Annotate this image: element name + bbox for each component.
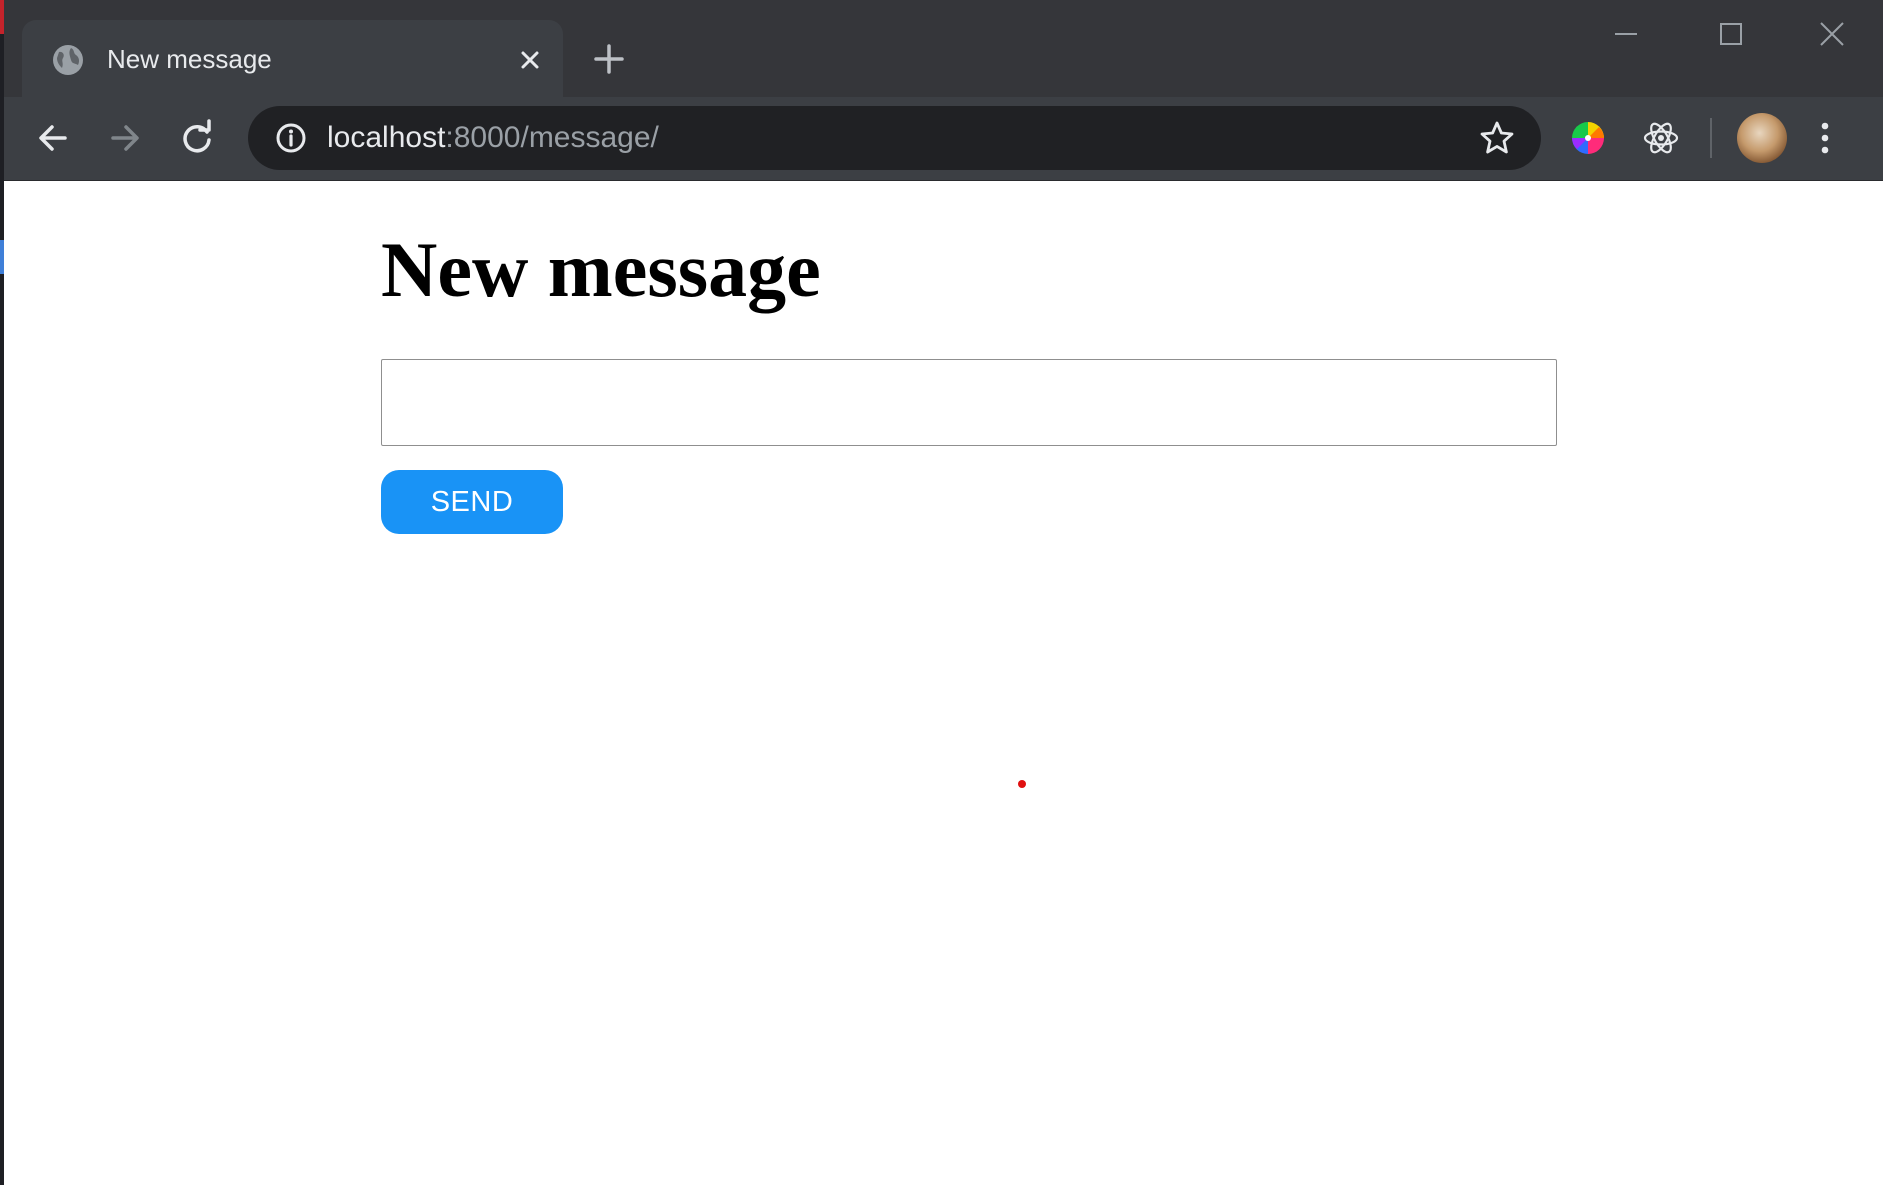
message-input[interactable] xyxy=(381,359,1557,446)
browser-toolbar: localhost:8000/message/ xyxy=(4,97,1883,181)
browser-window: New message localhost:8000/message/ New … xyxy=(4,0,1883,1185)
star-icon[interactable] xyxy=(1478,119,1516,157)
arrow-left-icon xyxy=(39,125,67,151)
page-content: New message SEND xyxy=(4,181,1883,1185)
react-atom-icon[interactable] xyxy=(1641,118,1681,158)
reload-icon xyxy=(183,119,211,153)
reload-button[interactable] xyxy=(176,117,218,159)
window-close-button[interactable] xyxy=(1802,14,1862,58)
browser-titlebar: New message xyxy=(4,0,1883,97)
new-tab-button[interactable] xyxy=(591,41,627,77)
plus-icon xyxy=(594,44,624,74)
tab-title: New message xyxy=(107,44,272,74)
minimize-button[interactable] xyxy=(1596,14,1656,58)
kebab-menu-icon[interactable] xyxy=(1815,118,1835,158)
toolbar-separator xyxy=(1710,118,1712,158)
arrow-right-icon xyxy=(111,125,139,151)
url-text: localhost:8000/message/ xyxy=(327,106,659,170)
profile-avatar[interactable] xyxy=(1737,113,1787,163)
globe-icon xyxy=(51,43,85,77)
info-icon[interactable] xyxy=(274,121,308,155)
mouse-cursor-dot xyxy=(1018,780,1026,788)
maximize-icon xyxy=(1720,23,1742,45)
forward-button[interactable] xyxy=(104,117,146,159)
close-icon xyxy=(1820,22,1844,46)
address-bar[interactable]: localhost:8000/message/ xyxy=(248,106,1541,170)
page-title: New message xyxy=(381,226,821,313)
send-button[interactable]: SEND xyxy=(381,470,563,534)
close-icon[interactable] xyxy=(515,45,545,75)
url-path: :8000/message/ xyxy=(445,121,659,154)
maximize-button[interactable] xyxy=(1700,14,1760,58)
color-wheel-icon[interactable] xyxy=(1568,118,1608,158)
back-button[interactable] xyxy=(32,117,74,159)
minimize-icon xyxy=(1615,33,1637,35)
url-host: localhost xyxy=(327,121,446,154)
tab-new-message[interactable]: New message xyxy=(22,20,563,97)
